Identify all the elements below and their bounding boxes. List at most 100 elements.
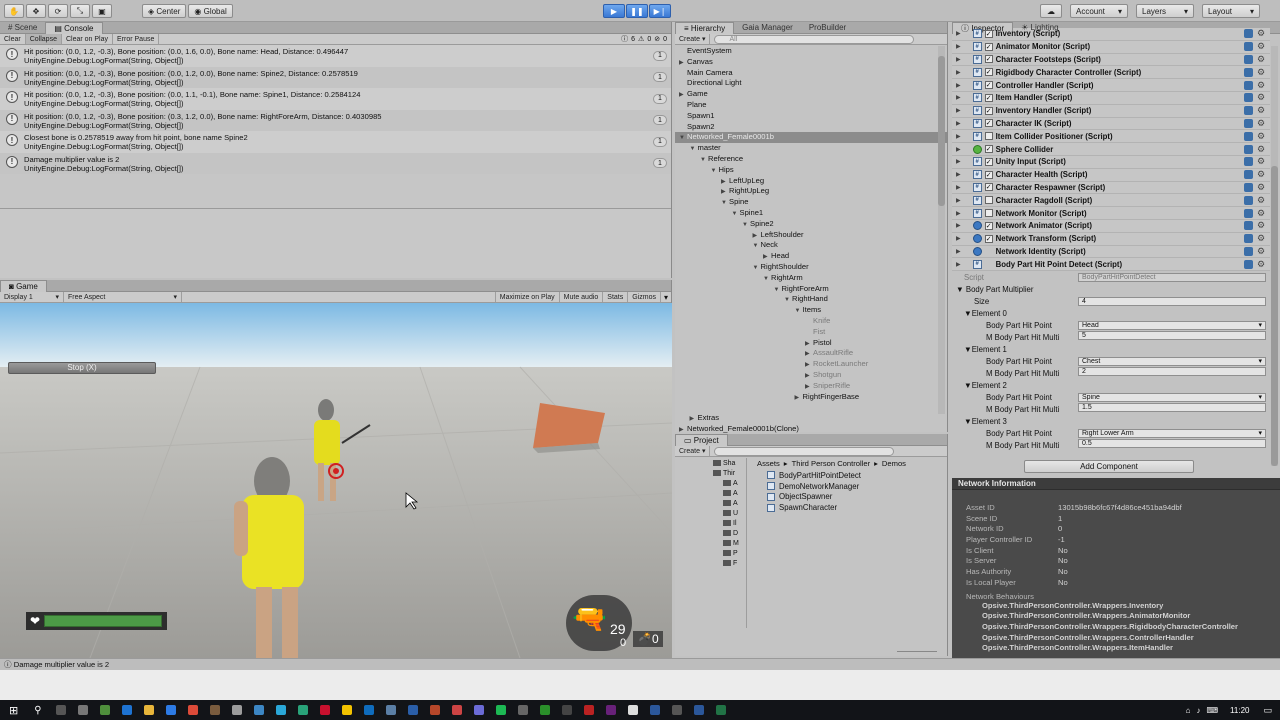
component-reference-icon[interactable] — [1244, 259, 1253, 269]
hierarchy-item[interactable]: Spawn2 — [675, 122, 947, 133]
project-folder[interactable]: M — [675, 538, 746, 548]
gear-icon[interactable]: ⚙ — [1257, 42, 1266, 51]
move-tool-icon[interactable]: ✥ — [26, 4, 46, 18]
project-file[interactable]: BodyPartHitPointDetect — [767, 470, 861, 481]
project-folder[interactable]: Sha — [675, 458, 746, 468]
component-header[interactable]: ▶ # ✓ Character Footsteps (Script) ⚙ — [952, 53, 1270, 67]
component-reference-icon[interactable] — [1244, 67, 1253, 77]
hierarchy-item[interactable]: Directional Light — [675, 78, 947, 89]
photoshop-icon[interactable] — [407, 705, 418, 715]
hierarchy-item[interactable]: ▶ RightFingerBase — [675, 392, 947, 403]
hierarchy-item[interactable] — [675, 402, 947, 413]
rect-tool-icon[interactable]: ▣ — [92, 4, 112, 18]
tab-project[interactable]: ▭ Project — [675, 433, 728, 446]
foldout-right-icon[interactable]: ▶ — [956, 210, 961, 217]
gear-icon[interactable]: ⚙ — [1257, 259, 1266, 269]
foldout-down-icon[interactable]: ▼ — [742, 220, 750, 231]
tab-console[interactable]: ▤ Console — [45, 21, 103, 34]
project-folder[interactable]: U — [675, 508, 746, 518]
project-file[interactable]: ObjectSpawner — [767, 492, 861, 503]
unity-icon[interactable] — [627, 705, 638, 715]
hierarchy-item[interactable]: ▶ Canvas — [675, 57, 947, 68]
hierarchy-item[interactable]: ▼ Hips — [675, 165, 947, 176]
powerpoint-icon[interactable] — [429, 705, 440, 715]
hierarchy-item[interactable]: ▶ Extras — [675, 413, 947, 424]
component-enabled-checkbox[interactable]: ✓ — [984, 234, 993, 243]
component-reference-icon[interactable] — [1244, 131, 1253, 141]
foldout-right-icon[interactable]: ▶ — [956, 56, 961, 63]
chrome-icon[interactable] — [187, 705, 198, 715]
component-header[interactable]: ▶ # ✓ Unity Input (Script) ⚙ — [952, 155, 1270, 169]
search-icon[interactable]: ⚲ — [34, 705, 41, 716]
component-reference-icon[interactable] — [1244, 29, 1253, 39]
hit-point-dropdown[interactable]: Chest — [1078, 356, 1266, 366]
foldout-right-icon[interactable]: ▶ — [795, 393, 803, 404]
app-icon[interactable] — [451, 705, 462, 715]
media-player-icon[interactable] — [539, 705, 550, 715]
foldout-down-icon[interactable]: ▼ — [784, 295, 792, 306]
sticky-notes-icon[interactable] — [341, 705, 352, 715]
gear-icon[interactable]: ⚙ — [1257, 170, 1266, 179]
hierarchy-item[interactable]: ▼ RightForeArm — [675, 284, 947, 295]
component-reference-icon[interactable] — [1244, 234, 1253, 244]
tab-probuilder[interactable]: ProBuilder — [801, 22, 854, 34]
hierarchy-item[interactable]: ▶ LeftUpLeg — [675, 176, 947, 187]
component-header[interactable]: ▶ # Item Collider Positioner (Script) ⚙ — [952, 130, 1270, 144]
component-header[interactable]: ▶ Network Identity (Script) ⚙ — [952, 245, 1270, 259]
component-header[interactable]: ▶ # ✓ Animator Monitor (Script) ⚙ — [952, 40, 1270, 54]
game-viewport[interactable]: Stop (X) ❤ 🔫 29 0 💣 0 — [0, 303, 672, 658]
foldout-right-icon[interactable]: ▶ — [956, 184, 961, 191]
breadcrumb-third-person-controller[interactable]: Third Person Controller — [792, 459, 871, 468]
hierarchy-item[interactable]: Plane — [675, 100, 947, 111]
aspect-dropdown[interactable]: Free Aspect ▾ — [64, 292, 182, 302]
foldout-right-icon[interactable]: ▶ — [956, 222, 961, 229]
project-create-dropdown[interactable]: Create ▾ — [675, 446, 711, 456]
component-header[interactable]: ▶ # ✓ Rigidbody Character Controller (Scrip… — [952, 66, 1270, 80]
hierarchy-item[interactable]: ▶ Head — [675, 251, 947, 262]
tab-gaia-manager[interactable]: Gaia Manager — [734, 22, 801, 34]
component-enabled-checkbox[interactable] — [984, 209, 993, 218]
tab-scene[interactable]: # Scene — [0, 22, 45, 34]
component-reference-icon[interactable] — [1244, 246, 1253, 256]
project-file[interactable]: SpawnCharacter — [767, 502, 861, 513]
foldout-right-icon[interactable]: ▶ — [956, 261, 961, 268]
component-enabled-checkbox[interactable]: ✓ — [984, 157, 993, 166]
app-icon[interactable] — [385, 705, 396, 715]
component-reference-icon[interactable] — [1244, 182, 1253, 192]
hierarchy-item[interactable]: ▼ master — [675, 143, 947, 154]
component-header[interactable]: ▶ # ✓ Inventory (Script) ⚙ — [952, 28, 1270, 41]
multiplier-field[interactable]: 1.5 — [1078, 403, 1266, 413]
gear-icon[interactable]: ⚙ — [1257, 234, 1266, 243]
display-dropdown[interactable]: Display 1 ▾ — [0, 292, 64, 302]
error-pause-button[interactable]: Error Pause — [113, 34, 160, 44]
component-enabled-checkbox[interactable]: ✓ — [984, 93, 993, 102]
gear-icon[interactable]: ⚙ — [1257, 67, 1266, 77]
foldout-right-icon[interactable]: ▶ — [956, 69, 961, 76]
component-reference-icon[interactable] — [1244, 208, 1253, 218]
scrollbar-thumb[interactable] — [1271, 166, 1278, 466]
info-count-icon[interactable]: ⓘ — [621, 34, 628, 44]
component-header[interactable]: ▶ # ✓ Inventory Handler (Script) ⚙ — [952, 104, 1270, 118]
foldout-down-icon[interactable]: ▼ — [753, 241, 761, 252]
component-enabled-checkbox[interactable]: ✓ — [984, 170, 993, 179]
hand-tool-icon[interactable]: ✋ — [4, 4, 24, 18]
multiplier-field[interactable]: 0.5 — [1078, 439, 1266, 449]
foldout-right-icon[interactable]: ▶ — [956, 107, 961, 114]
hierarchy-item[interactable]: Main Camera — [675, 68, 947, 79]
tab-game[interactable]: ◙ Game — [0, 279, 47, 292]
component-reference-icon[interactable] — [1244, 93, 1253, 103]
edge-browser-icon[interactable] — [121, 705, 132, 715]
component-header[interactable]: ▶ ✓ Network Transform (Script) ⚙ — [952, 232, 1270, 246]
hierarchy-item[interactable]: Spawn1 — [675, 111, 947, 122]
project-folder[interactable]: Il — [675, 518, 746, 528]
multiplier-field[interactable]: 5 — [1078, 331, 1266, 341]
project-search-input[interactable] — [714, 446, 895, 456]
file-explorer-icon[interactable] — [143, 705, 154, 715]
project-folder[interactable]: P — [675, 548, 746, 558]
foldout-down-icon[interactable]: ▼ — [795, 306, 803, 317]
hierarchy-item[interactable]: ▶ LeftShoulder — [675, 230, 947, 241]
log-entry[interactable]: ! Hit position: (0.0, 1.2, -0.3), Bone po… — [0, 66, 671, 88]
project-folder[interactable]: Thir — [675, 468, 746, 478]
gear-icon[interactable]: ⚙ — [1257, 131, 1266, 141]
foldout-right-icon[interactable]: ▶ — [956, 120, 961, 127]
